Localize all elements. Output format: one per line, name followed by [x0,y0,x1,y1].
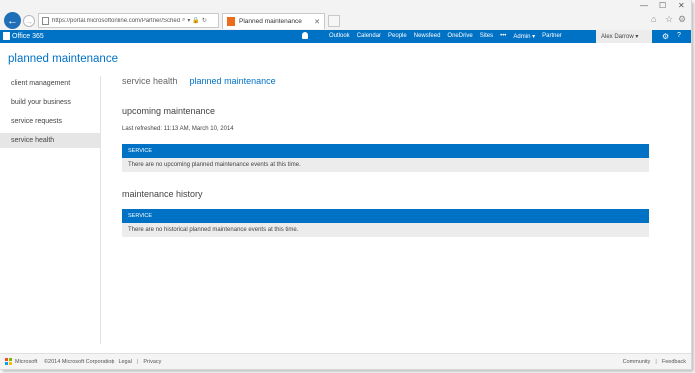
footer-links: | Legal | Privacy [112,359,162,365]
maintenance-history-table: SERVICE There are no historical planned … [122,209,649,237]
close-window-icon[interactable]: ✕ [678,1,685,10]
left-nav-item-service-health[interactable]: service health [0,133,100,148]
office-logo-icon [3,32,10,40]
home-icon[interactable]: ⌂ [651,14,656,24]
last-refreshed-text: Last refreshed: 11:13 AM, March 10, 2014 [122,126,234,132]
user-menu[interactable]: Alex Darrow ▾ [596,30,652,43]
nav-onedrive[interactable]: OneDrive [447,33,472,40]
office-favicon-icon [227,17,235,26]
url-input[interactable] [52,17,180,24]
maintenance-history-heading: maintenance history [122,189,203,199]
main-content: service health planned maintenance upcom… [122,76,649,237]
lock-icon: 🔒 [192,18,200,24]
column-header-service[interactable]: SERVICE [122,144,649,158]
feedback-link[interactable]: Feedback [662,359,686,365]
legal-link[interactable]: Legal [118,359,131,365]
microsoft-logo: Microsoft [5,358,37,365]
new-tab-button[interactable] [328,15,340,27]
copyright-text: ©2014 Microsoft Corporation [44,359,115,365]
nav-people[interactable]: People [388,33,407,40]
microsoft-label: Microsoft [15,358,38,365]
page-icon [42,16,49,25]
microsoft-logo-icon [5,358,12,365]
dropdown-icon[interactable]: ▾ [187,17,190,24]
suite-bar: Office 365 Outlook Calendar People Newsf… [0,30,691,43]
nav-more-icon[interactable]: ••• [500,33,506,40]
tab-planned-maintenance[interactable]: planned maintenance [190,76,276,86]
nav-calendar[interactable]: Calendar [357,33,381,40]
refresh-icon[interactable]: ↻ [202,17,207,24]
left-nav: client management build your business se… [0,76,100,152]
left-nav-item-build-your-business[interactable]: build your business [0,95,100,110]
search-icon[interactable]: ⌕ [182,17,185,24]
table-row: There are no upcoming planned maintenanc… [122,158,649,172]
maximize-icon[interactable]: ☐ [659,1,666,10]
nav-partner[interactable]: Partner [542,33,562,40]
browser-tab[interactable]: Planned maintenance ✕ [222,13,325,29]
nav-sites[interactable]: Sites [480,33,493,40]
nav-newsfeed[interactable]: Newsfeed [414,33,441,40]
tab-close-icon[interactable]: ✕ [314,18,320,26]
upcoming-maintenance-table: SERVICE There are no upcoming planned ma… [122,144,649,172]
back-button[interactable]: ← [4,12,21,29]
minimize-icon[interactable]: — [640,1,648,10]
favorites-star-icon[interactable]: ☆ [665,14,673,25]
table-row: There are no historical planned maintena… [122,223,649,237]
gear-icon[interactable]: ⚙ [662,32,669,41]
office365-brand[interactable]: Office 365 [3,32,44,40]
privacy-link[interactable]: Privacy [143,359,161,365]
browser-window: — ☐ ✕ ← → ⌕ ▾ 🔒 ↻ Planned maintenance ✕ … [0,0,692,370]
back-arrow-icon: ← [7,14,18,27]
left-nav-item-service-requests[interactable]: service requests [0,114,100,129]
page-title: planned maintenance [8,53,118,65]
notification-bell-icon[interactable] [302,32,308,39]
nav-outlook[interactable]: Outlook [329,33,350,40]
brand-label: Office 365 [12,32,44,40]
suite-nav: Outlook Calendar People Newsfeed OneDriv… [329,33,562,40]
settings-gear-icon[interactable]: ⚙ [678,14,686,25]
address-bar[interactable]: ⌕ ▾ 🔒 ↻ [38,13,219,28]
tab-service-health[interactable]: service health [122,76,178,86]
left-nav-item-client-management[interactable]: client management [0,76,100,91]
tab-title: Planned maintenance [239,18,302,25]
footer: Microsoft ©2014 Microsoft Corporation | … [0,353,691,369]
nav-admin[interactable]: Admin ▾ [513,33,535,40]
pivot-tabs: service health planned maintenance [122,76,649,86]
upcoming-maintenance-heading: upcoming maintenance [122,106,216,116]
community-link[interactable]: Community [623,359,651,365]
help-icon[interactable]: ? [677,32,681,39]
column-header-service[interactable]: SERVICE [122,209,649,223]
forward-arrow-icon: → [25,16,33,26]
browser-toolbar: — ☐ ✕ ← → ⌕ ▾ 🔒 ↻ Planned maintenance ✕ … [0,0,691,31]
footer-right-links: Community | Feedback [622,359,686,365]
forward-button[interactable]: → [23,15,35,27]
nav-divider [100,76,101,344]
